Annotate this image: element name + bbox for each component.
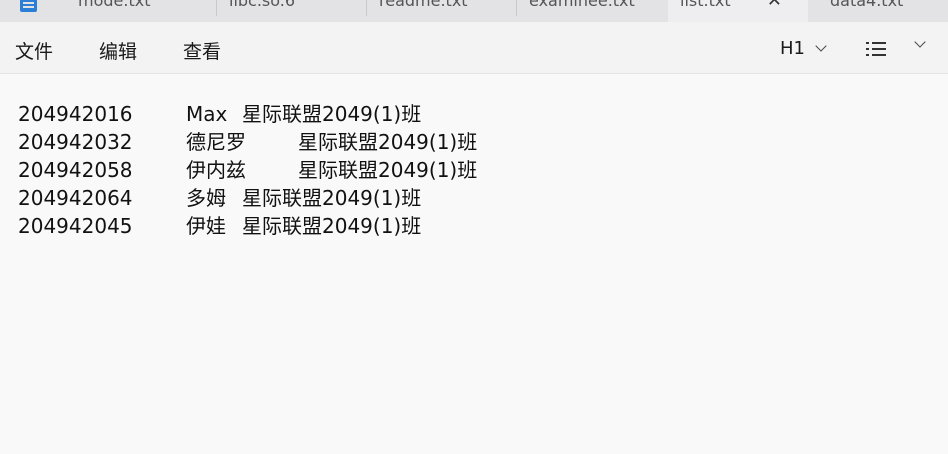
class-name: 星际联盟2049(1)班: [242, 102, 422, 126]
student-id: 204942045: [18, 214, 133, 238]
tab-label: examinee.txt: [529, 0, 635, 10]
tab-data4-txt[interactable]: data4.txt: [830, 0, 903, 22]
class-name: 星际联盟2049(1)班: [298, 158, 478, 182]
tab-readme-txt[interactable]: readme.txt: [379, 0, 468, 22]
student-id: 204942058: [18, 158, 133, 182]
list-bullets-icon: [866, 42, 886, 56]
tab-label: data4.txt: [830, 0, 904, 10]
student-name: 伊娃: [186, 214, 226, 238]
class-name: 星际联盟2049(1)班: [242, 214, 422, 238]
heading-dropdown[interactable]: H1: [780, 38, 827, 59]
heading-value: H1: [780, 38, 805, 59]
tab-divider: [216, 0, 217, 16]
class-name: 星际联盟2049(1)班: [298, 130, 478, 154]
class-name: 星际联盟2049(1)班: [242, 186, 422, 210]
student-name: 多姆: [186, 186, 226, 210]
tab-libc[interactable]: libc.so.6: [229, 0, 295, 22]
chevron-down-icon: [815, 40, 827, 52]
menu-bar: 文件 编辑 查看 H1: [0, 22, 948, 74]
tab-examinee-txt[interactable]: examinee.txt: [529, 0, 635, 22]
tab-divider: [516, 0, 517, 16]
tab-list-txt[interactable]: list.txt ✕: [668, 0, 808, 22]
tab-label: list.txt: [680, 0, 731, 10]
tab-divider: [366, 0, 367, 16]
list-format-dropdown[interactable]: [866, 36, 926, 60]
student-name: Max: [186, 102, 228, 126]
menu-view[interactable]: 查看: [183, 37, 221, 64]
chevron-down-icon: [914, 36, 926, 48]
tab-mode-txt[interactable]: mode.txt: [78, 0, 150, 22]
student-id: 204942064: [18, 186, 133, 210]
notepad-app-icon: [20, 0, 37, 12]
student-name: 德尼罗: [186, 130, 246, 154]
tab-bar: mode.txt libc.so.6 readme.txt examinee.t…: [0, 0, 948, 22]
student-id: 204942032: [18, 130, 133, 154]
menu-edit[interactable]: 编辑: [99, 37, 137, 64]
tab-label: libc.so.6: [229, 0, 296, 10]
menu-file[interactable]: 文件: [15, 37, 53, 64]
student-name: 伊内兹: [186, 158, 246, 182]
tab-label: readme.txt: [379, 0, 468, 10]
student-id: 204942016: [18, 102, 133, 126]
close-icon[interactable]: ✕: [767, 0, 782, 10]
tab-label: mode.txt: [78, 0, 151, 10]
